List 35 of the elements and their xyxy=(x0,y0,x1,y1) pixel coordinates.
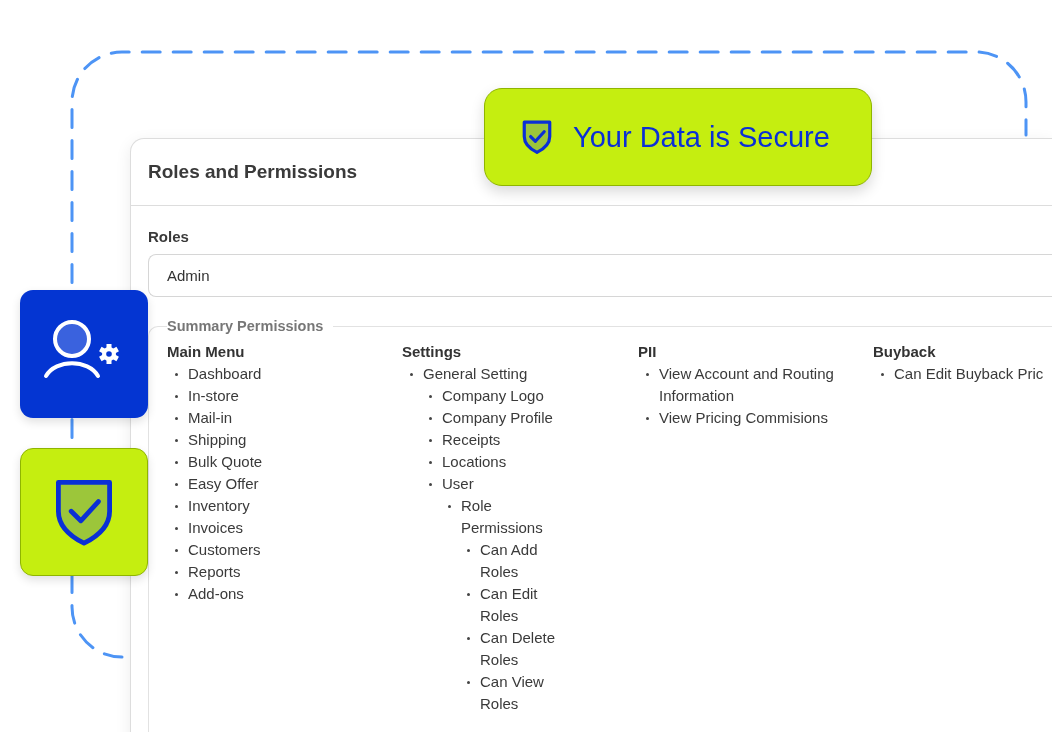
permission-item: Inventory xyxy=(175,495,250,517)
permission-item: Invoices xyxy=(175,517,244,539)
permission-item: Dashboard xyxy=(175,363,262,385)
permission-item: Can Add Roles xyxy=(467,539,565,583)
section-legend: Summary Permissions xyxy=(167,318,324,334)
panel-title: Roles and Permissions xyxy=(148,161,358,183)
group-heading: Settings xyxy=(402,342,462,362)
permission-item: User xyxy=(429,473,474,495)
permission-item: Can Edit Buyback Pric xyxy=(881,363,1044,385)
group-heading: Main Menu xyxy=(167,342,245,362)
permission-item: Receipts xyxy=(429,429,501,451)
group-heading: Buyback xyxy=(873,342,936,362)
permission-item: Role Permissions xyxy=(448,495,566,539)
permission-item: Company Logo xyxy=(429,385,544,407)
permission-item: Easy Offer xyxy=(175,473,259,495)
permission-item: In-store xyxy=(175,385,239,407)
permission-item: Company Profile xyxy=(429,407,553,429)
field-label: Roles xyxy=(148,228,189,245)
permission-item: Can Edit Roles xyxy=(467,583,565,627)
permission-item: General Setting xyxy=(410,363,528,385)
badge-text: Your Data is Secure xyxy=(573,120,830,154)
permission-item: Can View Roles xyxy=(467,671,565,715)
permission-item: Add-ons xyxy=(175,583,244,605)
permission-item: Shipping xyxy=(175,429,247,451)
shield-check-icon xyxy=(521,119,553,155)
permission-item: View Account and Routing Information xyxy=(646,363,873,407)
permission-item: Can Delete Roles xyxy=(467,627,565,671)
roles-field[interactable]: Admin xyxy=(148,254,1052,297)
permission-item: Bulk Quote xyxy=(175,451,263,473)
permission-item: View Pricing Commisions xyxy=(646,407,828,429)
permission-item: Mail-in xyxy=(175,407,233,429)
permission-item: Customers xyxy=(175,539,261,561)
permission-item: Reports xyxy=(175,561,241,583)
permission-item: Locations xyxy=(429,451,507,473)
group-heading: PII xyxy=(638,342,657,362)
